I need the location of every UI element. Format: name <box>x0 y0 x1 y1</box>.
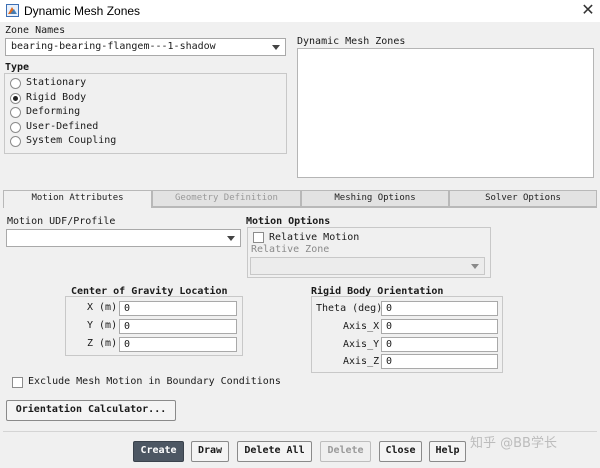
tab-geometry-definition[interactable]: Geometry Definition <box>152 190 301 207</box>
rbo-axis-y-label: Axis_Y <box>343 339 380 350</box>
rbo-axis-z-label: Axis_Z <box>343 356 380 367</box>
cog-x-value: 0 <box>124 303 131 314</box>
type-option-deforming: Deforming <box>26 106 81 117</box>
cog-z-input[interactable]: 0 <box>119 337 237 352</box>
delete-button[interactable]: Delete <box>320 441 371 462</box>
cog-x-label: X (m) <box>87 302 118 313</box>
type-option-rigid-body: Rigid Body <box>26 92 87 103</box>
type-label: Type <box>5 62 30 73</box>
radio-rigid-body[interactable] <box>10 93 21 104</box>
radio-stationary[interactable] <box>10 78 21 89</box>
rbo-axis-x-value: 0 <box>386 321 393 332</box>
exclude-mesh-motion-checkbox[interactable] <box>12 377 23 388</box>
watermark: 知乎 @BB学长 <box>470 436 557 451</box>
cog-z-label: Z (m) <box>87 338 118 349</box>
relative-zone-dropdown[interactable] <box>250 257 485 275</box>
rbo-axis-y-value: 0 <box>386 339 393 350</box>
zone-names-label: Zone Names <box>5 25 66 36</box>
chevron-down-icon <box>272 45 280 50</box>
close-icon[interactable]: ✕ <box>578 1 598 21</box>
help-button[interactable]: Help <box>429 441 466 462</box>
window-title: Dynamic Mesh Zones <box>24 4 141 18</box>
rbo-axis-x-input[interactable]: 0 <box>381 319 498 334</box>
zone-names-dropdown[interactable]: bearing-bearing-flangem---1-shadow <box>5 38 286 56</box>
tab-solver-options[interactable]: Solver Options <box>449 190 597 207</box>
delete-all-button[interactable]: Delete All <box>237 441 312 462</box>
relative-motion-label: Relative Motion <box>269 232 360 243</box>
close-button[interactable]: Close <box>379 441 422 462</box>
cog-y-label: Y (m) <box>87 320 118 331</box>
chevron-down-icon <box>227 236 235 241</box>
rbo-axis-x-label: Axis_X <box>343 321 380 332</box>
type-option-stationary: Stationary <box>26 77 87 88</box>
tab-motion-attributes[interactable]: Motion Attributes <box>3 190 152 208</box>
relative-zone-label: Relative Zone <box>251 244 330 255</box>
cog-y-value: 0 <box>124 321 131 332</box>
relative-motion-checkbox[interactable] <box>253 232 264 243</box>
radio-deforming[interactable] <box>10 107 21 118</box>
chevron-down-icon <box>471 264 479 269</box>
rbo-axis-z-input[interactable]: 0 <box>381 354 498 369</box>
rbo-theta-label: Theta (deg) <box>316 303 383 314</box>
type-option-user-defined: User-Defined <box>26 121 99 132</box>
cog-z-value: 0 <box>124 339 131 350</box>
dynamic-mesh-zones-label: Dynamic Mesh Zones <box>297 36 406 47</box>
rbo-axis-y-input[interactable]: 0 <box>381 337 498 352</box>
create-button[interactable]: Create <box>133 441 184 462</box>
app-icon <box>6 4 19 17</box>
radio-system-coupling[interactable] <box>10 136 21 147</box>
orientation-calculator-button[interactable]: Orientation Calculator... <box>6 400 176 421</box>
dynamic-mesh-zones-list[interactable] <box>297 48 594 178</box>
cog-x-input[interactable]: 0 <box>119 301 237 316</box>
draw-button[interactable]: Draw <box>191 441 229 462</box>
rbo-theta-input[interactable]: 0 <box>381 301 498 316</box>
type-option-system-coupling: System Coupling <box>26 135 117 146</box>
zone-names-value: bearing-bearing-flangem---1-shadow <box>11 41 216 52</box>
cog-y-input[interactable]: 0 <box>119 319 237 334</box>
tab-meshing-options[interactable]: Meshing Options <box>301 190 449 207</box>
rbo-theta-value: 0 <box>386 303 393 314</box>
radio-user-defined[interactable] <box>10 122 21 133</box>
exclude-mesh-motion-label: Exclude Mesh Motion in Boundary Conditio… <box>28 376 281 387</box>
rbo-axis-z-value: 0 <box>386 356 393 367</box>
motion-options-label: Motion Options <box>246 216 331 227</box>
motion-udf-label: Motion UDF/Profile <box>7 216 116 227</box>
motion-udf-dropdown[interactable] <box>6 229 241 247</box>
